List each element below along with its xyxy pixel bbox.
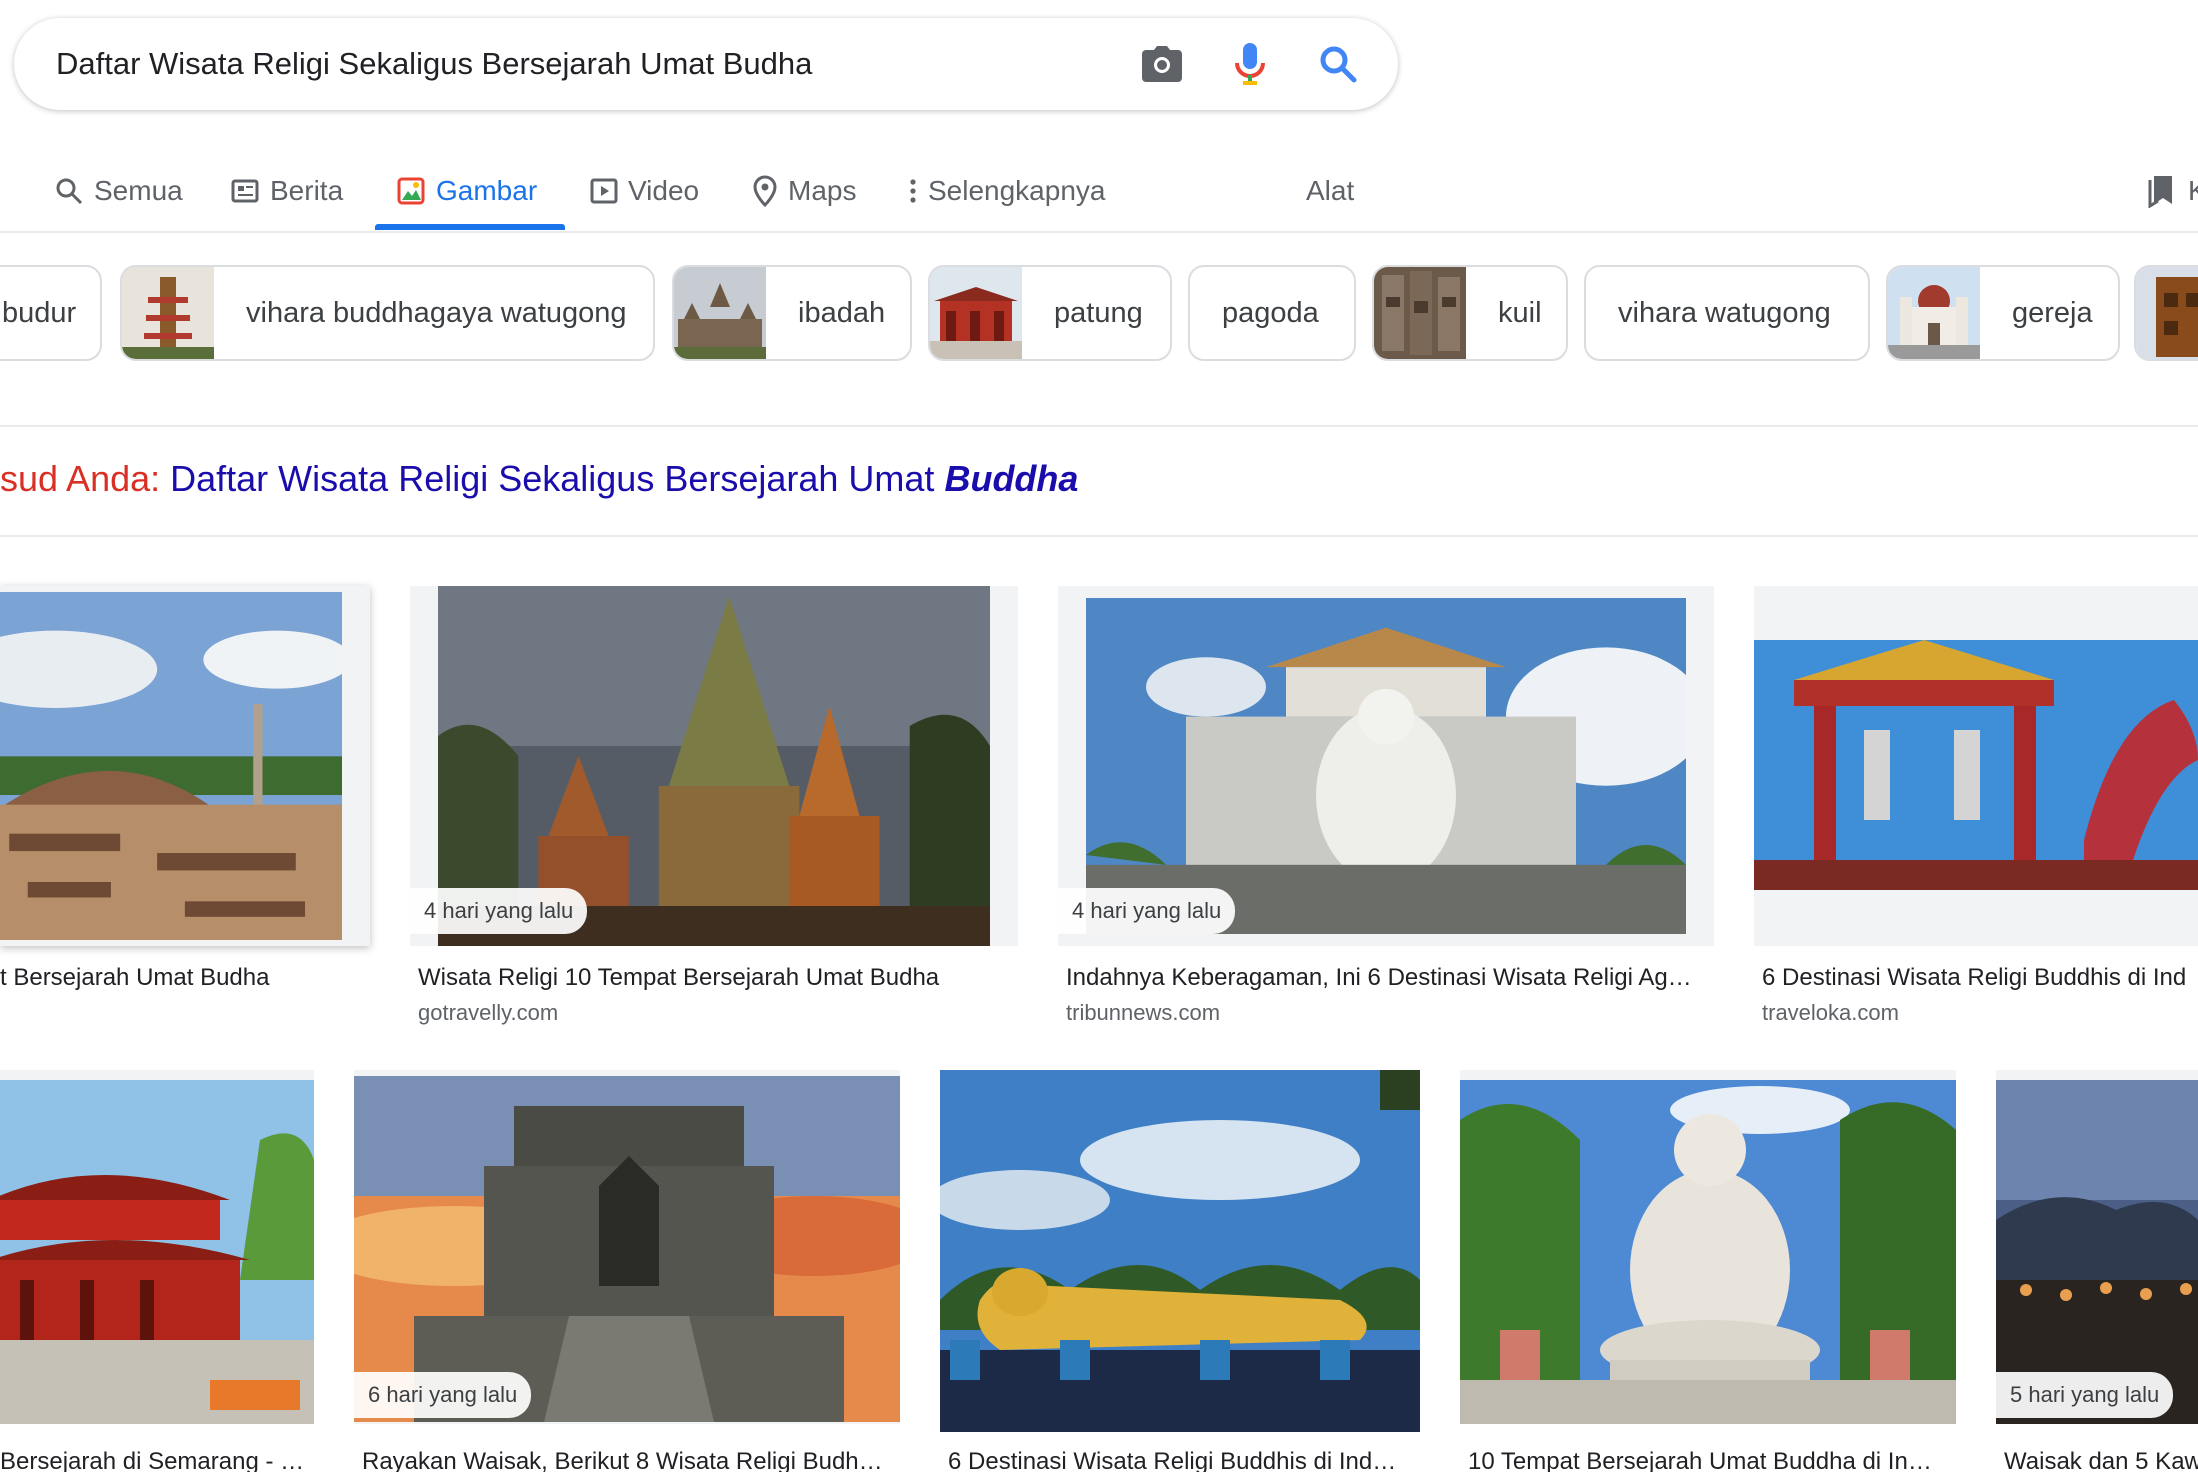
image-result[interactable]: t Bersejarah Umat Budha [0,586,370,991]
result-source: traveloka.com [1762,1000,1899,1025]
tab-label: Gambar [436,175,538,206]
result-image: 6 hari yang lalu [354,1070,900,1424]
map-pin-icon [753,175,777,207]
divider [0,535,2198,537]
chip-thumbnail [674,267,766,359]
result-title: Waisak dan 5 Kaw [2004,1448,2198,1472]
image-result[interactable]: Bersejarah di Semarang - … [0,1070,314,1472]
chip-thumbnail [2136,267,2198,359]
result-image [0,586,370,946]
chip-label: ibadah [798,296,886,329]
chip-more[interactable] [2134,265,2198,361]
result-age-badge: 5 hari yang lalu [1996,1372,2174,1418]
related-chips: budur vihara buddhagaya watugong ibadah … [0,265,2198,361]
chip-vihara-watugong[interactable]: vihara watugong [1584,265,1870,361]
result-title: Indahnya Keberagaman, Ini 6 Destinasi Wi… [1066,964,1692,991]
did-you-mean-prefix: sud Anda: [0,458,171,499]
image-result[interactable]: 4 hari yang lalu Indahnya Keberagaman, I… [1058,586,1714,1026]
result-age-badge: 4 hari yang lalu [1058,888,1236,934]
tools-label: Alat [1306,175,1355,206]
result-source: tribunnews.com [1066,1000,1221,1025]
chip-thumbnail [930,267,1022,359]
chip-gereja[interactable]: gereja [1886,265,2120,361]
image-result[interactable]: 6 Destinasi Wisata Religi Buddhis di Ind… [1754,586,2198,1026]
did-you-mean-text: Daftar Wisata Religi Sekaligus Bersejara… [170,458,945,499]
tab-label: Maps [788,175,857,206]
bookmark-icon [2148,176,2172,208]
result-image [0,1070,314,1424]
search-icon [56,178,83,205]
result-title: 6 Destinasi Wisata Religi Buddhis di Ind… [948,1448,1397,1472]
result-title: 10 Tempat Bersejarah Umat Buddha di In… [1468,1448,1932,1472]
search-tabs: Semua Berita Gambar Video Maps Selengkap… [0,150,2198,232]
chip-kuil[interactable]: kuil [1372,265,1568,361]
chip-vihara-buddhagaya-watugong[interactable]: vihara buddhagaya watugong [120,265,655,361]
image-result[interactable]: 10 Tempat Bersejarah Umat Buddha di In… [1460,1070,1956,1472]
active-tab-indicator [375,224,565,230]
news-icon [231,179,259,203]
chip-thumbnail [1888,267,1980,359]
result-source: gotravelly.com [418,1000,559,1025]
chip-label: patung [1054,296,1143,329]
image-result[interactable]: 5 hari yang lalu Waisak dan 5 Kaw [1996,1070,2198,1472]
search-box[interactable] [14,18,1398,110]
tab-selengkapnya[interactable]: Selengkapnya [908,150,1105,232]
saved-label: K [2188,175,2198,206]
result-image: 4 hari yang lalu [1058,586,1714,946]
result-title: Rayakan Waisak, Berikut 8 Wisata Religi … [362,1448,883,1472]
tab-maps[interactable]: Maps [752,150,856,232]
chip-label: gereja [2012,296,2093,329]
chip-ibadah[interactable]: ibadah [672,265,912,361]
result-image: 5 hari yang lalu [1996,1070,2198,1424]
tab-berita[interactable]: Berita [230,150,343,232]
more-vert-icon [910,179,916,203]
tab-semua[interactable]: Semua [54,150,183,232]
result-title: t Bersejarah Umat Budha [0,964,270,991]
camera-icon[interactable] [1138,40,1186,88]
tab-label: Selengkapnya [928,175,1106,206]
tab-label: Berita [270,175,344,206]
tab-label: Video [628,175,700,206]
result-title: Bersejarah di Semarang - … [0,1448,305,1472]
saved-button[interactable]: K [2146,150,2198,232]
chip-thumbnail [1374,267,1466,359]
chip-thumbnail [122,267,214,359]
did-you-mean: sud Anda: Daftar Wisata Religi Sekaligus… [0,458,1078,500]
mic-icon[interactable] [1226,40,1274,88]
result-age-badge: 6 hari yang lalu [354,1372,532,1418]
chip-pagoda[interactable]: pagoda [1188,265,1356,361]
result-title: 6 Destinasi Wisata Religi Buddhis di Ind [1762,964,2187,991]
image-result[interactable]: 6 hari yang lalu Rayakan Waisak, Berikut… [354,1070,900,1472]
image-result[interactable]: 4 hari yang lalu Wisata Religi 10 Tempat… [410,586,1018,1026]
chip-label: budur [2,296,77,329]
tab-label: Semua [94,175,183,206]
tab-video[interactable]: Video [590,150,699,232]
result-image [1754,586,2198,946]
divider [0,231,2198,233]
result-image [1460,1070,1956,1424]
chip-patung[interactable]: patung [928,265,1172,361]
result-image [940,1070,1420,1432]
chip-budur[interactable]: budur [0,265,102,361]
divider [0,425,2198,427]
result-title: Wisata Religi 10 Tempat Bersejarah Umat … [418,964,940,991]
chip-label: kuil [1498,296,1542,329]
did-you-mean-emphasis: Buddha [944,458,1079,499]
chip-label: vihara buddhagaya watugong [246,296,627,329]
search-icon[interactable] [1314,40,1362,88]
did-you-mean-link[interactable]: Daftar Wisata Religi Sekaligus Bersejara… [170,458,1078,499]
result-image: 4 hari yang lalu [410,586,1018,946]
tools-button[interactable]: Alat [1306,150,1354,232]
result-age-badge: 4 hari yang lalu [410,888,588,934]
chip-label: vihara watugong [1618,296,1831,329]
chip-label: pagoda [1222,296,1319,329]
image-icon [397,177,425,205]
video-icon [590,178,618,204]
image-result[interactable]: 6 Destinasi Wisata Religi Buddhis di Ind… [940,1070,1420,1472]
search-input[interactable] [56,42,1136,86]
tab-gambar[interactable]: Gambar [396,150,537,232]
